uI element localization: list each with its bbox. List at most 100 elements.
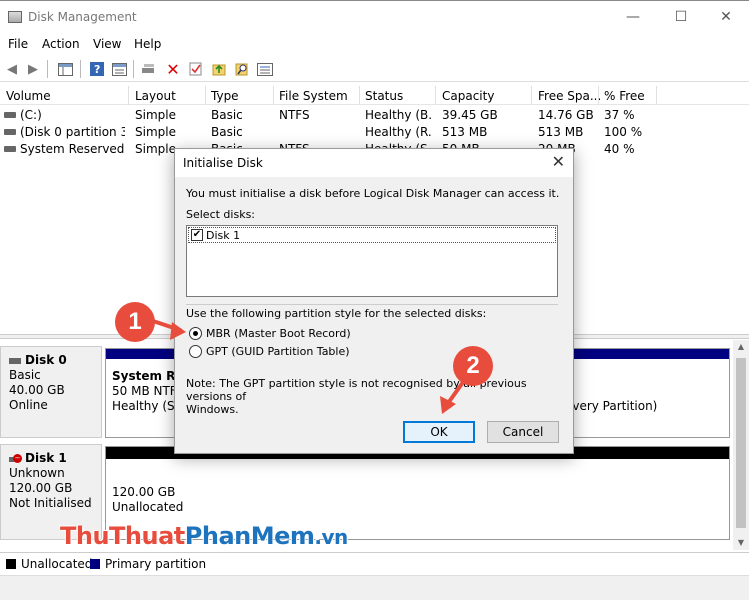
- cell-free-space: 513 MB: [538, 125, 584, 139]
- cell-free-space: 14.76 GB: [538, 108, 594, 122]
- annotation-step-2: 2: [453, 346, 493, 386]
- legend-primary-swatch: [90, 559, 100, 569]
- dialog-close-icon[interactable]: ✕: [552, 152, 565, 171]
- dialog-title: Initialise Disk: [183, 156, 263, 170]
- disk-listbox[interactable]: ✔ Disk 1: [186, 225, 558, 297]
- watermark-part2: PhanMem: [184, 522, 315, 550]
- gpt-note-line1: Note: The GPT partition style is not rec…: [186, 377, 527, 403]
- cancel-button[interactable]: Cancel: [487, 421, 559, 443]
- partition-style-prompt: Use the following partition style for th…: [186, 307, 487, 320]
- disk-1-state: Not Initialised: [9, 496, 92, 510]
- cell-volume: (Disk 0 partition 3): [20, 125, 125, 139]
- scroll-up-icon[interactable]: ▲: [733, 342, 749, 351]
- close-button[interactable]: ✕: [703, 1, 749, 34]
- gpt-radio[interactable]: [189, 345, 202, 358]
- cell-volume: System Reserved: [20, 142, 125, 156]
- volume-icon: [4, 129, 16, 135]
- forward-arrow-icon[interactable]: ▶: [24, 60, 42, 78]
- volume-icon: [4, 146, 16, 152]
- minimize-button[interactable]: —: [610, 1, 656, 34]
- cell-status: Healthy (R...: [365, 125, 433, 139]
- disk-offline-icon: −: [9, 453, 23, 464]
- menu-help[interactable]: Help: [134, 37, 161, 51]
- column-capacity[interactable]: Capacity: [442, 89, 494, 103]
- legend-primary: Primary partition: [105, 557, 207, 571]
- list-item[interactable]: ✔ Disk 1: [188, 227, 556, 243]
- menu-file[interactable]: File: [8, 37, 28, 51]
- partition-system-reserved[interactable]: System Res 50 MB NTFS Healthy (Sys: [105, 348, 191, 438]
- mbr-radio[interactable]: [189, 327, 202, 340]
- watermark-part1: ThuThuat: [60, 522, 185, 550]
- properties-icon[interactable]: [110, 60, 128, 78]
- disk-0-size: 40.00 GB: [9, 383, 65, 397]
- partition-recovery-text: overy Partition): [565, 399, 658, 413]
- disk-1-checkbox[interactable]: ✔: [191, 229, 203, 241]
- ok-button[interactable]: OK: [403, 421, 475, 443]
- select-disks-label: Select disks:: [186, 208, 256, 221]
- cell-type: Basic: [211, 108, 243, 122]
- column-type[interactable]: Type: [211, 89, 239, 103]
- disk-1-type: Unknown: [9, 466, 65, 480]
- delete-icon[interactable]: ✕: [164, 60, 182, 79]
- title-bar: Disk Management — ☐ ✕: [0, 0, 749, 34]
- mbr-label[interactable]: MBR (Master Boot Record): [206, 327, 351, 340]
- gpt-note-line2: Windows.: [186, 403, 239, 416]
- cell-volume: (C:): [20, 108, 42, 122]
- scroll-down-icon[interactable]: ▼: [733, 538, 749, 547]
- disk-icon: [9, 357, 21, 364]
- gpt-label[interactable]: GPT (GUID Partition Table): [206, 345, 350, 358]
- initialise-disk-dialog: Initialise Disk ✕ You must initialise a …: [174, 148, 574, 454]
- volume-icon: [4, 112, 16, 118]
- table-row[interactable]: (C:) Simple Basic NTFS Healthy (B... 39.…: [0, 107, 749, 124]
- connect-icon[interactable]: [140, 60, 158, 78]
- menu-bar: File Action View Help: [0, 34, 749, 54]
- menu-view[interactable]: View: [93, 37, 121, 51]
- cell-layout: Simple: [135, 125, 176, 139]
- watermark-part3: .vn: [314, 525, 348, 549]
- up-folder-icon[interactable]: [210, 60, 228, 78]
- cell-layout: Simple: [135, 108, 176, 122]
- cell-layout: Simple: [135, 142, 176, 156]
- column-volume[interactable]: Volume: [6, 89, 51, 103]
- dialog-divider: [186, 304, 558, 305]
- dialog-title-bar: Initialise Disk ✕: [175, 149, 573, 177]
- cell-type: Basic: [211, 125, 243, 139]
- disk-0-name: Disk 0: [25, 353, 67, 367]
- cell-status: Healthy (B...: [365, 108, 433, 122]
- disk-0-state: Online: [9, 398, 48, 412]
- column-file-system[interactable]: File System: [279, 89, 348, 103]
- cell-percent-free: 40 %: [604, 142, 635, 156]
- maximize-button[interactable]: ☐: [658, 1, 704, 34]
- table-row[interactable]: (Disk 0 partition 3) Simple Basic Health…: [0, 124, 749, 141]
- cell-capacity: 39.45 GB: [442, 108, 498, 122]
- unallocated-label: Unallocated: [112, 500, 184, 514]
- partition-recovery[interactable]: overy Partition): [560, 348, 730, 438]
- menu-action[interactable]: Action: [42, 37, 80, 51]
- disk-pane-scrollbar[interactable]: ▲ ▼: [733, 340, 749, 550]
- disk-management-icon: [8, 11, 22, 23]
- window-title: Disk Management: [28, 10, 137, 24]
- column-status[interactable]: Status: [365, 89, 403, 103]
- toolbar: ◀ ▶ ? ✕: [0, 56, 749, 82]
- scroll-thumb[interactable]: [736, 358, 746, 528]
- back-arrow-icon[interactable]: ◀: [3, 60, 21, 78]
- watermark-logo: ThuThuatPhanMem.vn: [60, 522, 348, 550]
- console-tree-icon[interactable]: [56, 60, 74, 78]
- list-icon[interactable]: [256, 60, 274, 78]
- cell-file-system: NTFS: [279, 108, 310, 122]
- column-percent-free[interactable]: % Free: [604, 89, 645, 103]
- column-free-space[interactable]: Free Spa...: [538, 89, 601, 103]
- cell-capacity: 513 MB: [442, 125, 488, 139]
- legend-bar: Unallocated Primary partition: [0, 552, 749, 574]
- column-layout[interactable]: Layout: [135, 89, 176, 103]
- legend-unallocated-swatch: [6, 559, 16, 569]
- check-icon[interactable]: [187, 60, 205, 78]
- volume-list-header: Volume Layout Type File System Status Ca…: [0, 86, 749, 105]
- disk-1-name: Disk 1: [25, 451, 67, 465]
- cell-percent-free: 37 %: [604, 108, 635, 122]
- search-icon[interactable]: [233, 60, 251, 78]
- cell-percent-free: 100 %: [604, 125, 643, 139]
- unallocated-size: 120.00 GB: [112, 485, 176, 499]
- disk-0-label[interactable]: Disk 0 Basic 40.00 GB Online: [0, 346, 102, 438]
- help-icon[interactable]: ?: [88, 60, 106, 78]
